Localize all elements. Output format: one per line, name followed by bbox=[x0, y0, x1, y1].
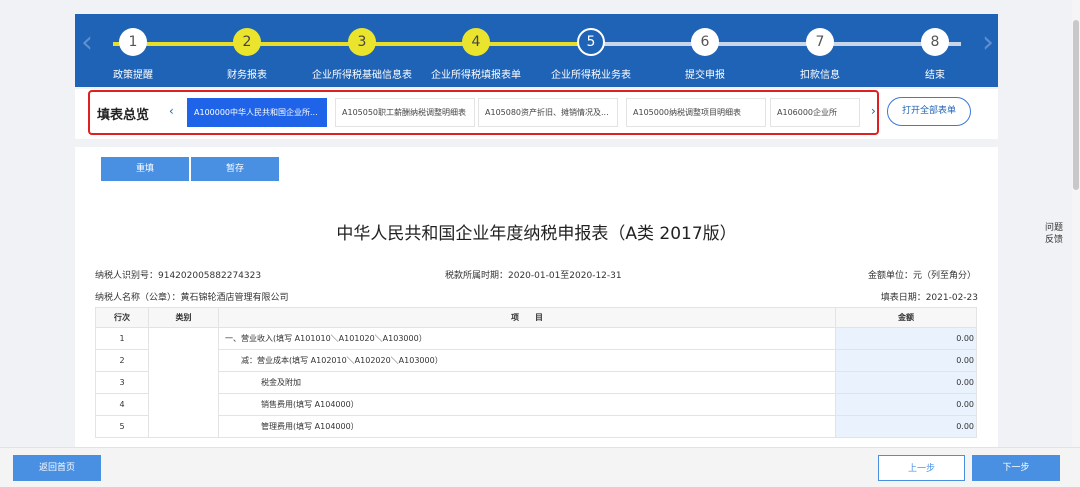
tab-a105080[interactable]: A105080资产折旧、摊销情况及... bbox=[478, 98, 618, 127]
step-6[interactable]: 6 提交申报 bbox=[655, 28, 755, 81]
step-number: 3 bbox=[348, 28, 376, 56]
table-row: 4 销售费用(填写 A104000） 0.00 bbox=[95, 393, 977, 416]
step-label: 财务报表 bbox=[227, 70, 267, 81]
tab-a106000[interactable]: A106000企业所 bbox=[770, 98, 860, 127]
step-number: 5 bbox=[577, 28, 605, 56]
header-category: 类别 bbox=[148, 307, 219, 328]
tabs-prev-chevron-icon[interactable]: ‹ bbox=[169, 104, 174, 118]
step-number: 6 bbox=[691, 28, 719, 56]
row-amount-input[interactable]: 0.00 bbox=[835, 371, 977, 394]
header-amount: 金额 bbox=[835, 307, 977, 328]
tax-period: 税款所属时期：2020-01-01至2020-12-31 bbox=[445, 271, 622, 281]
form-tabs-overview: 填表总览 ‹ A100000中华人民共和国企业所... A105050职工薪酬纳… bbox=[88, 90, 879, 135]
step-5[interactable]: 5 企业所得税业务表 bbox=[541, 28, 641, 81]
row-item: 税金及附加 bbox=[218, 371, 836, 394]
row-number: 4 bbox=[95, 393, 149, 416]
step-label: 企业所得税基础信息表 bbox=[312, 70, 412, 81]
header-row-no: 行次 bbox=[95, 307, 149, 328]
back-to-home-button[interactable]: 返回首页 bbox=[13, 455, 101, 481]
reset-button[interactable]: 重填 bbox=[101, 157, 189, 181]
step-label: 扣款信息 bbox=[800, 70, 840, 81]
save-draft-button[interactable]: 暂存 bbox=[191, 157, 279, 181]
row-item: 销售费用(填写 A104000） bbox=[218, 393, 836, 416]
row-amount-input[interactable]: 0.00 bbox=[835, 349, 977, 372]
step-1[interactable]: 1 政策提醒 bbox=[83, 28, 183, 81]
step-label: 企业所得税业务表 bbox=[551, 70, 631, 81]
progress-stepper: ‹ 1 政策提醒 2 财务报表 3 企业所得税基础信息表 4 企业所得税填报表单… bbox=[75, 14, 998, 87]
declaration-table: 行次 类别 项 目 金额 1 一、营业收入(填写 A101010＼A101020… bbox=[95, 307, 977, 438]
amount-unit: 金额单位：元（列至角分） bbox=[867, 271, 976, 281]
stepper-right-chevron-icon[interactable]: › bbox=[982, 28, 994, 58]
bottom-action-bar: 返回首页 上一步 下一步 bbox=[0, 447, 1080, 487]
step-2[interactable]: 2 财务报表 bbox=[197, 28, 297, 81]
tab-a100000[interactable]: A100000中华人民共和国企业所... bbox=[187, 98, 327, 127]
step-number: 1 bbox=[119, 28, 147, 56]
step-number: 8 bbox=[921, 28, 949, 56]
row-number: 1 bbox=[95, 327, 149, 350]
table-row: 2 减：营业成本(填写 A102010＼A102020＼A103000） 0.0… bbox=[95, 349, 977, 372]
step-label: 结束 bbox=[925, 70, 945, 81]
feedback-line-2: 反馈 bbox=[1044, 235, 1063, 245]
row-category bbox=[148, 327, 219, 438]
tab-a105050[interactable]: A105050职工薪酬纳税调整明细表 bbox=[335, 98, 475, 127]
tabs-next-chevron-icon[interactable]: › bbox=[871, 104, 876, 118]
fill-date: 填表日期：2021-02-23 bbox=[880, 293, 978, 303]
next-step-button[interactable]: 下一步 bbox=[972, 455, 1060, 481]
page-scrollbar[interactable] bbox=[1072, 0, 1080, 487]
scrollbar-thumb[interactable] bbox=[1073, 20, 1079, 190]
step-number: 2 bbox=[233, 28, 261, 56]
step-3[interactable]: 3 企业所得税基础信息表 bbox=[312, 28, 412, 81]
step-number: 7 bbox=[806, 28, 834, 56]
form-tab-bar: 填表总览 ‹ A100000中华人民共和国企业所... A105050职工薪酬纳… bbox=[75, 89, 998, 139]
table-row: 1 一、营业收入(填写 A101010＼A101020＼A103000） 0.0… bbox=[95, 327, 977, 438]
table-row: 3 税金及附加 0.00 bbox=[95, 371, 977, 394]
header-item: 项 目 bbox=[218, 307, 836, 328]
taxpayer-name: 纳税人名称（公章）：黄石锦轮酒店管理有限公司 bbox=[95, 293, 289, 303]
table-header-row: 行次 类别 项 目 金额 bbox=[95, 307, 977, 328]
tab-a105000[interactable]: A105000纳税调整项目明细表 bbox=[626, 98, 766, 127]
row-item: 减：营业成本(填写 A102010＼A102020＼A103000） bbox=[218, 349, 836, 372]
row-number: 2 bbox=[95, 349, 149, 372]
row-amount-input[interactable]: 0.00 bbox=[835, 327, 977, 350]
row-number: 3 bbox=[95, 371, 149, 394]
table-row: 5 管理费用(填写 A104000） 0.00 bbox=[95, 415, 977, 438]
row-amount-input[interactable]: 0.00 bbox=[835, 393, 977, 416]
row-number: 5 bbox=[95, 415, 149, 438]
tabs-title: 填表总览 bbox=[97, 108, 150, 123]
feedback-line-1: 问题 bbox=[1044, 223, 1063, 233]
previous-step-button[interactable]: 上一步 bbox=[878, 455, 965, 481]
taxpayer-id: 纳税人识别号：914202005882274323 bbox=[95, 271, 262, 281]
row-amount-input[interactable]: 0.00 bbox=[835, 415, 977, 438]
step-8[interactable]: 8 结束 bbox=[885, 28, 985, 81]
document-title: 中华人民共和国企业年度纳税申报表（A类 2017版） bbox=[336, 224, 737, 244]
row-item: 管理费用(填写 A104000） bbox=[218, 415, 836, 438]
feedback-widget[interactable]: 问题 反馈 bbox=[1043, 222, 1065, 246]
step-7[interactable]: 7 扣款信息 bbox=[770, 28, 870, 81]
step-number: 4 bbox=[462, 28, 490, 56]
row-item: 一、营业收入(填写 A101010＼A101020＼A103000） bbox=[218, 327, 836, 350]
open-all-forms-button[interactable]: 打开全部表单 bbox=[887, 97, 971, 126]
step-label: 政策提醒 bbox=[113, 70, 153, 81]
step-label: 提交申报 bbox=[685, 70, 725, 81]
step-4[interactable]: 4 企业所得税填报表单 bbox=[426, 28, 526, 81]
declaration-form-panel: 重填 暂存 中华人民共和国企业年度纳税申报表（A类 2017版） 纳税人识别号：… bbox=[75, 147, 998, 447]
step-label: 企业所得税填报表单 bbox=[431, 70, 521, 81]
